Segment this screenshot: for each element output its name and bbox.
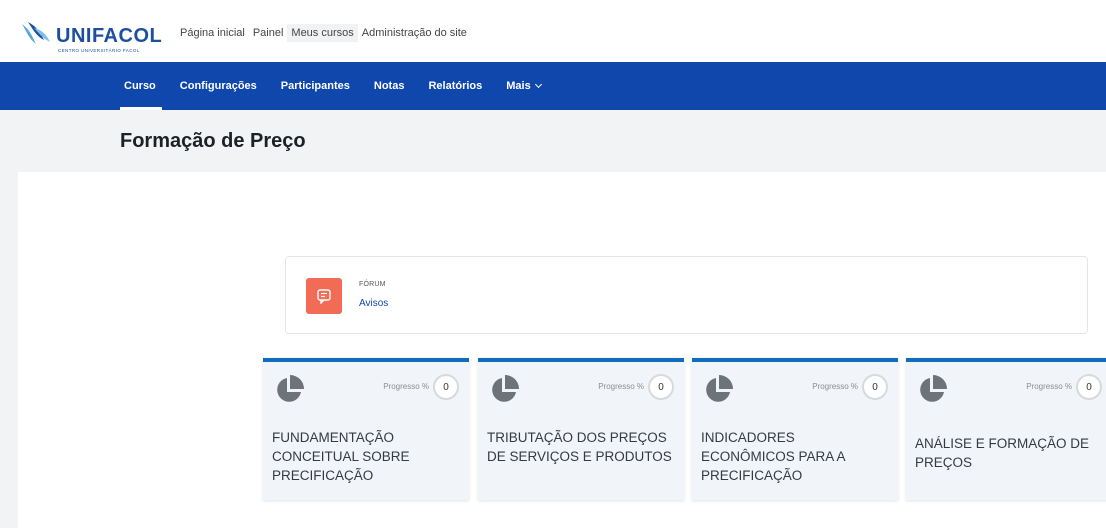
progress-circle: 0 (862, 374, 888, 400)
pie-chart-icon (706, 375, 733, 402)
forum-link-avisos[interactable]: Avisos (359, 298, 388, 309)
progress-label: Progresso % (598, 382, 644, 391)
progress-label: Progresso % (812, 382, 858, 391)
section-title[interactable]: TRIBUTAÇÃO DOS PREÇOS DE SERVIÇOS E PROD… (487, 428, 675, 466)
brand-name: UNIFACOL (56, 25, 163, 47)
tab-reports[interactable]: Relatórios (428, 62, 482, 110)
logo-icon (22, 22, 50, 44)
progress-circle: 0 (433, 374, 459, 400)
tab-more-label: Mais (506, 80, 531, 92)
section-title[interactable]: FUNDAMENTAÇÃO CONCEITUAL SOBRE PRECIFICA… (272, 428, 460, 485)
forum-activity-card: FÓRUM Avisos (285, 256, 1088, 334)
nav-my-courses[interactable]: Meus cursos (287, 24, 358, 42)
tab-course[interactable]: Curso (120, 62, 162, 110)
unifacol-logo[interactable]: UNIFACOL CENTRO UNIVERSITÁRIO FACOL (18, 14, 168, 54)
progress-circle: 0 (1076, 374, 1102, 400)
pie-chart-icon (920, 375, 947, 402)
section-title[interactable]: ANÁLISE E FORMAÇÃO DE PREÇOS (915, 434, 1103, 472)
nav-dashboard[interactable]: Painel (249, 24, 288, 42)
page-title: Formação de Preço (120, 130, 306, 152)
section-cards: Progresso % 0 FUNDAMENTAÇÃO CONCEITUAL S… (263, 358, 1106, 500)
tab-grades[interactable]: Notas (374, 62, 405, 110)
progress-circle: 0 (648, 374, 674, 400)
forum-icon (306, 278, 342, 314)
tab-settings[interactable]: Configurações (180, 62, 257, 110)
tab-participants[interactable]: Participantes (281, 62, 350, 110)
activity-type-label: FÓRUM (359, 281, 386, 288)
pie-chart-icon (277, 375, 304, 402)
section-card[interactable]: Progresso % 0 TRIBUTAÇÃO DOS PREÇOS DE S… (478, 358, 684, 500)
top-navbar: UNIFACOL CENTRO UNIVERSITÁRIO FACOL Pági… (0, 0, 1106, 62)
section-title[interactable]: INDICADORES ECONÔMICOS PARA A PRECIFICAÇ… (701, 428, 889, 485)
chevron-down-icon (534, 80, 542, 89)
course-nav: Curso Configurações Participantes Notas … (0, 62, 1106, 110)
progress-label: Progresso % (383, 382, 429, 391)
pie-chart-icon (492, 375, 519, 402)
brand-subtitle: CENTRO UNIVERSITÁRIO FACOL (58, 48, 140, 53)
section-card[interactable]: Progresso % 0 FUNDAMENTAÇÃO CONCEITUAL S… (263, 358, 469, 500)
section-card[interactable]: Progresso % 0 INDICADORES ECONÔMICOS PAR… (692, 358, 898, 500)
tab-more[interactable]: Mais (506, 62, 542, 110)
nav-site-admin[interactable]: Administração do site (358, 24, 471, 42)
section-card[interactable]: Progresso % 0 ANÁLISE E FORMAÇÃO DE PREÇ… (906, 358, 1106, 500)
progress-label: Progresso % (1026, 382, 1072, 391)
primary-nav: Página inicial Painel Meus cursos Admini… (176, 24, 471, 42)
nav-home[interactable]: Página inicial (176, 24, 249, 42)
